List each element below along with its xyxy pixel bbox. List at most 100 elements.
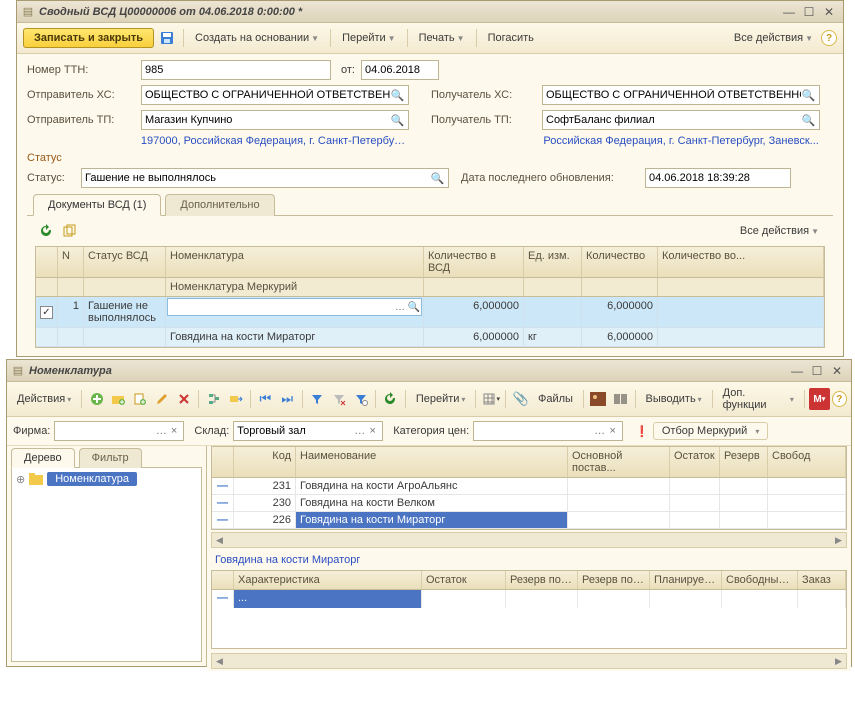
delete-mark-icon[interactable]	[174, 388, 195, 410]
close-button[interactable]: ✕	[827, 363, 847, 379]
copy-icon[interactable]	[130, 388, 151, 410]
receiver-address-link[interactable]: Российская Федерация, г. Санкт-Петербург…	[543, 135, 833, 147]
col-qty[interactable]: Количество	[582, 247, 658, 277]
table-row[interactable]: — ...	[212, 590, 846, 608]
clear-icon[interactable]: ×	[366, 425, 379, 437]
scroll-right-icon[interactable]: ▶	[831, 533, 846, 547]
refresh-icon[interactable]	[35, 220, 57, 242]
scroll-right-icon[interactable]: ▶	[831, 654, 846, 668]
col-name[interactable]: Наименование	[296, 447, 568, 477]
sender-xs-input[interactable]: 🔍	[141, 85, 409, 105]
grid-icon[interactable]: ▾	[480, 388, 501, 410]
save-icon[interactable]	[156, 27, 178, 49]
col-qty-vsd[interactable]: Количество в ВСД	[424, 247, 524, 277]
lookup-icon[interactable]: 🔍	[407, 302, 421, 313]
status-input[interactable]: 🔍	[81, 168, 449, 188]
h-scrollbar[interactable]: ◀▶	[211, 653, 847, 669]
col-stock[interactable]: Остаток	[670, 447, 720, 477]
clear-icon[interactable]: ×	[606, 425, 619, 437]
col-char[interactable]: Характеристика	[234, 571, 422, 589]
lookup-icon[interactable]: 🔍	[390, 89, 405, 102]
pricecat-input[interactable]: …×	[473, 421, 623, 441]
list-item[interactable]: — 230 Говядина на кости Велком	[212, 495, 846, 512]
tree[interactable]: ⊕ Номенклатура	[11, 467, 202, 662]
hierarchy-icon[interactable]	[203, 388, 224, 410]
help-icon[interactable]: ?	[821, 30, 837, 46]
col-n[interactable]: N	[58, 247, 84, 277]
actions-menu[interactable]: Действия▾	[11, 390, 77, 408]
maximize-button[interactable]: ☐	[799, 4, 819, 20]
choose-icon[interactable]: …	[155, 425, 168, 437]
add-folder-icon[interactable]	[108, 388, 129, 410]
h-scrollbar[interactable]: ◀▶	[211, 532, 847, 548]
list-item[interactable]: — 231 Говядина на кости АгроАльянс	[212, 478, 846, 495]
firm-input[interactable]: …×	[54, 421, 184, 441]
ttn-input[interactable]	[141, 60, 331, 80]
nav-last-icon[interactable]: ⏭	[277, 388, 298, 410]
col-free[interactable]: Свобод	[768, 447, 846, 477]
expand-icon[interactable]: ⊕	[16, 473, 25, 486]
output-menu[interactable]: Выводить▾	[640, 390, 708, 408]
table-row[interactable]: ✓ 1 Гашение не выполнялось … 🔍 6,000000 …	[36, 297, 824, 328]
grid-all-actions-menu[interactable]: Все действия▼	[734, 222, 825, 240]
col-res1[interactable]: Резерв по ...	[506, 571, 578, 589]
clear-icon[interactable]: ×	[168, 425, 181, 437]
filter-clear-icon[interactable]	[328, 388, 349, 410]
help-icon[interactable]: ?	[832, 391, 847, 407]
m-icon[interactable]: M▾	[809, 388, 830, 410]
sender-tp-input[interactable]: 🔍	[141, 110, 409, 130]
lookup-icon[interactable]: 🔍	[390, 114, 405, 127]
col-unit[interactable]: Ед. изм.	[524, 247, 582, 277]
cell-nomen-input[interactable]: … 🔍	[167, 298, 422, 316]
lookup-icon[interactable]: 🔍	[801, 114, 816, 127]
choose-icon[interactable]: …	[593, 425, 606, 437]
merc-filter-button[interactable]: Отбор Меркурий▾	[653, 422, 768, 440]
minimize-button[interactable]: —	[779, 4, 799, 20]
col-nomen-merc[interactable]: Номенклатура Меркурий	[166, 278, 424, 296]
lookup-icon[interactable]: 🔍	[430, 172, 445, 185]
filter-icon[interactable]	[307, 388, 328, 410]
print-menu[interactable]: Печать▼	[413, 29, 471, 47]
all-actions-menu[interactable]: Все действия▼	[728, 29, 819, 47]
tab-filter[interactable]: Фильтр	[79, 448, 142, 468]
scroll-left-icon[interactable]: ◀	[212, 654, 227, 668]
extra-funcs-menu[interactable]: Доп. функции▾	[717, 384, 800, 414]
save-close-button[interactable]: Записать и закрыть	[23, 28, 154, 48]
col-nomen[interactable]: Номенклатура	[166, 247, 424, 277]
minimize-button[interactable]: —	[787, 363, 807, 379]
goto-menu[interactable]: Перейти▼	[336, 29, 402, 47]
copy-icon[interactable]	[59, 220, 81, 242]
filter-edit-icon[interactable]	[350, 388, 371, 410]
list-item[interactable]: — 226 Говядина на кости Мираторг	[212, 512, 846, 529]
choose-icon[interactable]: …	[393, 302, 407, 313]
col-res2[interactable]: Резерв по ...	[578, 571, 650, 589]
move-icon[interactable]	[225, 388, 246, 410]
table-row[interactable]: Говядина на кости Мираторг 6,000000 кг 6…	[36, 328, 824, 347]
col-supplier[interactable]: Основной постав...	[568, 447, 670, 477]
maximize-button[interactable]: ☐	[807, 363, 827, 379]
tab-tree[interactable]: Дерево	[11, 448, 75, 468]
receiver-tp-input[interactable]: 🔍	[542, 110, 820, 130]
image-icon[interactable]	[588, 388, 609, 410]
col-plan[interactable]: Планируем...	[650, 571, 722, 589]
col-code[interactable]: Код	[234, 447, 296, 477]
col-reserve[interactable]: Резерв	[720, 447, 768, 477]
refresh-icon[interactable]	[380, 388, 401, 410]
col-free3[interactable]: Свободный...	[722, 571, 798, 589]
col-qty-ret[interactable]: Количество во...	[658, 247, 824, 277]
col-stock3[interactable]: Остаток	[422, 571, 506, 589]
tab-extra[interactable]: Дополнительно	[165, 194, 274, 216]
barcode-icon[interactable]	[610, 388, 631, 410]
attach-icon[interactable]: 📎	[510, 388, 531, 410]
receiver-xs-input[interactable]: 🔍	[542, 85, 820, 105]
lookup-icon[interactable]: 🔍	[801, 89, 816, 102]
choose-icon[interactable]: …	[353, 425, 366, 437]
redeem-button[interactable]: Погасить	[482, 29, 540, 47]
add-icon[interactable]	[86, 388, 107, 410]
scroll-left-icon[interactable]: ◀	[212, 533, 227, 547]
goto-menu2[interactable]: Перейти▾	[410, 390, 472, 408]
row-checkbox[interactable]: ✓	[40, 306, 53, 319]
from-date-input[interactable]	[361, 60, 439, 80]
files-menu[interactable]: Файлы	[532, 390, 579, 408]
sender-address-link[interactable]: 197000, Российская Федерация, г. Санкт-П…	[141, 135, 411, 147]
